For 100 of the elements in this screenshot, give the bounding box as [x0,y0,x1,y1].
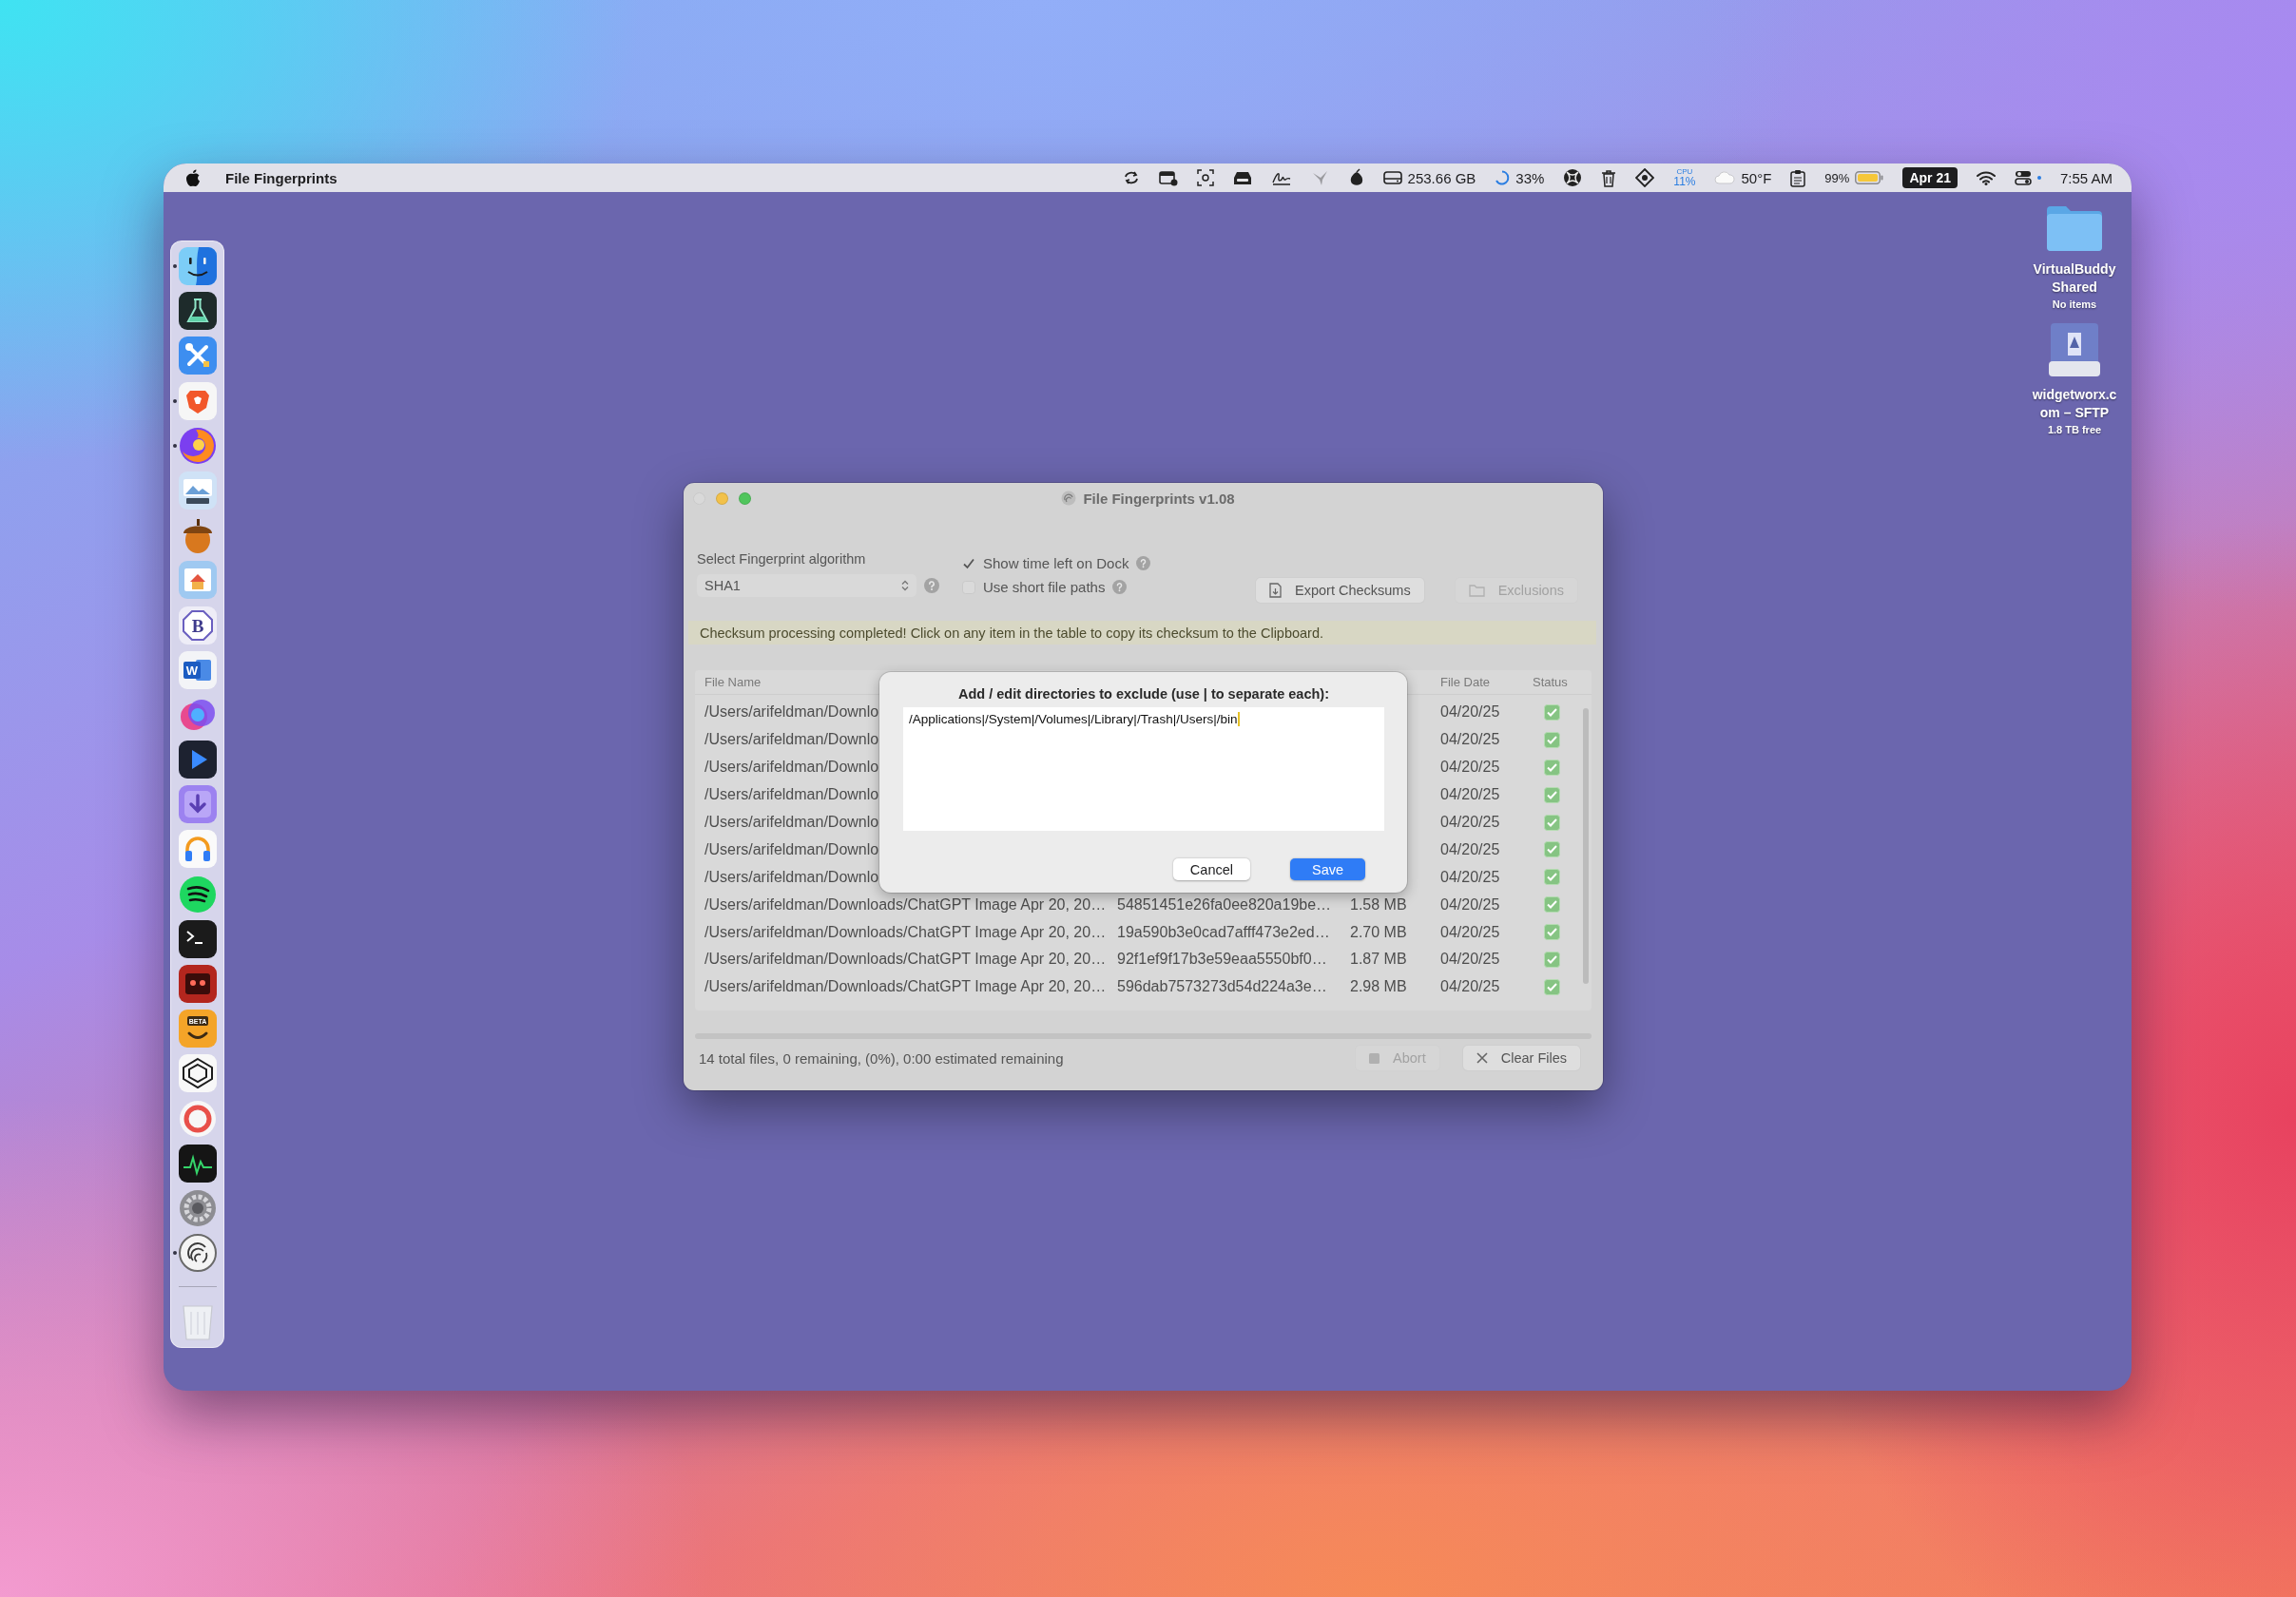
trash-icon [1601,168,1617,187]
algorithm-label: Select Fingerprint algorithm [697,551,867,568]
circular-arrows-icon [1122,169,1140,186]
robot-app-icon[interactable] [178,965,217,1003]
table-cell: /Users/arifeldman/Downlo [704,814,879,831]
desktop-item-name[interactable]: widgetworx.com – SFTP [2029,386,2120,422]
folder-icon [2047,205,2102,251]
checkbox[interactable] [962,556,975,570]
table-cell: 04/20/25 [1440,923,1500,941]
clipboard-icon [1790,168,1806,187]
table-cell: /Users/arifeldman/Downlo [704,786,879,804]
prompt-app-icon[interactable] [178,919,217,958]
toggles-icon [2014,170,2032,185]
exclusions-field[interactable]: /Applications|/System|/Volumes|/Library|/Trash|/Users|/bin [903,707,1384,831]
table-cell: 92f1ef9f17b3e59eaa5550bf0… [1117,951,1327,969]
table-cell: /Users/arifeldman/Downloads/ChatGPT Image Apr 20, 20… [704,951,1107,969]
table-cell: 2.70 MB [1350,923,1407,941]
picture-app-icon[interactable] [178,471,217,510]
partial-ring-icon [1495,170,1511,185]
play-app-icon[interactable] [178,741,217,779]
document-icon [1269,583,1282,598]
ring-app-icon[interactable] [178,1099,217,1138]
cpu-label: CPU [1676,168,1693,176]
clock-time[interactable]: 7:55 AM [2059,169,2113,186]
table-cell: /Users/arifeldman/Downlo [704,731,879,749]
progress-summary: 14 total files, 0 remaining, (0%), 0:00 estimated remaining [699,1049,1064,1067]
ball-icon [1563,168,1583,187]
globe-app-icon[interactable] [178,426,217,465]
status-message: Checksum processing completed! Click on any item in the table to copy its checksum to the Clipboard. [688,621,1596,645]
column-header[interactable]: Status [1533,675,1568,689]
help-icon[interactable] [1136,556,1151,570]
column-header[interactable]: File Date [1440,675,1491,689]
app-name[interactable]: File Fingerprints [225,169,338,186]
table-cell: 1.58 MB [1350,895,1407,914]
wifi-icon [1976,170,1996,185]
settings-app-icon[interactable] [178,1188,217,1227]
folder-icon [1468,584,1485,597]
table-cell: 04/20/25 [1440,703,1500,722]
badge-app-icon[interactable]: B [178,606,217,645]
table-cell: 2.98 MB [1350,978,1407,996]
dot-icon [2036,176,2041,180]
ring-reading: 33% [1515,169,1545,186]
layers-app-icon[interactable] [178,1054,217,1093]
window-badge-icon [1158,169,1178,186]
checkbox-label[interactable]: Show time left on Dock [983,555,1129,571]
house-picture-app-icon[interactable] [178,561,217,600]
table-cell: 54851451e26fa0ee820a19be… [1117,895,1332,914]
cloud-icon [1714,171,1736,184]
download-app-icon[interactable] [178,785,217,824]
table-cell: /Users/arifeldman/Downlo [704,840,879,858]
document-app-icon[interactable]: W [178,650,217,689]
up-down-chevron-icon [901,580,909,591]
tray-icon [1232,170,1252,185]
footer-button[interactable]: Clear Files [1461,1045,1581,1071]
dialog-button[interactable]: Save [1290,858,1365,880]
table-cell: 04/20/25 [1440,840,1500,858]
pear-icon [1348,168,1364,187]
toolbar-button[interactable]: Export Checksums [1255,577,1425,604]
date-badge[interactable]: Apr 21 [1902,167,1958,188]
desktop-item-detail: No items [2052,298,2097,310]
disk-space-reading: 253.66 GB [1407,169,1476,186]
table-cell: /Users/arifeldman/Downloads/ChatGPT Image Apr 20, 20… [704,923,1107,941]
table-cell: 04/20/25 [1440,978,1500,996]
waves-circle-app-icon[interactable] [178,875,217,914]
table-cell: 04/20/25 [1440,895,1500,914]
dialog-button[interactable]: Cancel [1172,858,1250,880]
scrollbar-thumb[interactable] [1583,708,1589,984]
table-cell: 04/20/25 [1440,951,1500,969]
activity-chart-app-icon[interactable] [178,1144,217,1183]
table-cell: /Users/arifeldman/Downlo [704,759,879,777]
table-cell: /Users/arifeldman/Downloads/ChatGPT Image Apr 20, 20… [704,895,1107,914]
battery-icon [1855,171,1884,184]
temperature-reading: 50°F [1741,169,1772,186]
column-header[interactable]: File Name [704,675,762,689]
battery-reading: 99% [1824,170,1850,185]
drive-icon [2049,323,2100,376]
checkbox-label[interactable]: Use short file paths [983,579,1106,595]
table-cell: 04/20/25 [1440,814,1500,831]
table-cell: 1.87 MB [1350,951,1407,969]
face-app-icon[interactable] [178,247,217,285]
apple-icon [185,168,201,187]
tools-app-icon[interactable] [178,337,217,375]
dialog-title: Add / edit directories to exclude (use | to separate each): [958,685,1329,702]
table-cell: /Users/arifeldman/Downlo [704,868,879,886]
algorithm-popup[interactable]: SHA1 [697,574,916,597]
frame-icon [1196,169,1214,186]
help-icon[interactable] [924,578,939,593]
fingerprint-icon [1061,491,1077,506]
help-icon[interactable] [1112,580,1128,594]
text-cursor [1238,712,1241,726]
table-cell: /Users/arifeldman/Downlo [704,703,879,722]
shield-app-icon[interactable] [178,381,217,420]
desktop-item-detail: 1.8 TB free [2047,424,2102,435]
table-cell: 04/20/25 [1440,731,1500,749]
table-cell: /Users/arifeldman/Downloads/ChatGPT Image Apr 20, 20… [704,978,1107,996]
flask-app-icon[interactable] [178,292,217,331]
headphones-app-icon[interactable] [178,830,217,869]
cpu-reading: 11% [1673,176,1696,187]
desktop-item-name[interactable]: VirtualBuddy Shared [2029,260,2120,297]
fingerprint-app-icon[interactable] [178,1234,217,1273]
